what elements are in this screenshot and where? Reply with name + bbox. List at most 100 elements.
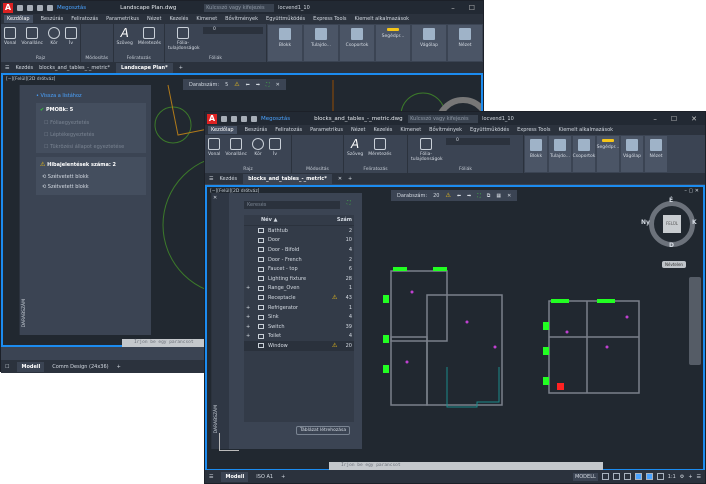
polyline-tool[interactable]: Vonallánc (21, 27, 43, 46)
open-icon[interactable] (27, 4, 33, 11)
minimize-button[interactable]: – (653, 115, 657, 123)
zoom-icon[interactable]: ⛶ (477, 193, 481, 199)
layer-properties-tool[interactable]: Fólia-tulajdonságok (168, 27, 200, 51)
column-count[interactable]: Szám (337, 217, 354, 223)
select-blocks-icon[interactable]: ⛶ (347, 200, 351, 206)
palette-close-icon[interactable]: ✕ (213, 195, 217, 201)
tab-addins[interactable]: Bővítmények (429, 127, 462, 133)
navigation-bar[interactable] (689, 277, 701, 365)
layout-tab-model[interactable]: Modell (221, 471, 249, 482)
new-tab-button[interactable]: + (179, 65, 183, 71)
viewport-window-controls[interactable]: – ▢ ✕ (684, 188, 699, 194)
tab-home[interactable]: Kezdőlap (208, 126, 237, 134)
user-account[interactable]: locvend1_10 (482, 116, 514, 122)
file-tab-blocks[interactable]: blocks_and_tables_-_metric* (39, 65, 110, 71)
expand-icon[interactable]: + (246, 324, 250, 330)
view-button[interactable]: Nézet (448, 25, 482, 61)
text-tool[interactable]: A Szöveg (117, 27, 133, 46)
utilities-button[interactable]: Segédpr... (376, 25, 410, 61)
table-icon[interactable]: ▦ (496, 193, 501, 199)
app-logo[interactable]: A (207, 113, 217, 124)
new-icon[interactable] (221, 115, 227, 122)
tab-view[interactable]: Nézet (351, 127, 365, 133)
viewcube-top[interactable]: FELÜL (663, 215, 681, 233)
block-row[interactable]: Door - French 2 (244, 255, 354, 265)
print-icon[interactable] (47, 4, 53, 11)
add-layout-button[interactable]: + (281, 474, 285, 480)
layout-tab-comm[interactable]: Comm Design (24x36) (52, 364, 108, 370)
groups-button[interactable]: Csoportok (340, 25, 374, 61)
tab-express[interactable]: Express Tools (517, 127, 550, 133)
block-row[interactable]: Receptacle ⚠ 43 (244, 293, 354, 303)
text-tool[interactable]: A Szöveg (347, 138, 363, 157)
tab-manage[interactable]: Kezelés (373, 127, 392, 133)
block-button[interactable]: Blokk (525, 136, 547, 172)
close-icon[interactable]: ✕ (276, 82, 280, 88)
clipboard-button[interactable]: Vágólap (412, 25, 446, 61)
check-item[interactable]: ☐ Tükrözési állapot egyeztetése (36, 141, 146, 153)
menu-icon[interactable]: ☰ (209, 474, 213, 480)
groups-button[interactable]: Csoportok (573, 136, 595, 172)
annotation-panel-label[interactable]: Feliratozás (344, 167, 407, 172)
tab-home[interactable]: Kezdőlap (4, 15, 33, 23)
polyline-tool[interactable]: Vonallánc (225, 138, 247, 157)
layer-dropdown[interactable]: 0 (446, 138, 510, 145)
drawing-viewport[interactable]: [−][Felül][2D drótváz] – ▢ ✕ Darabszám: 2… (205, 185, 705, 471)
search-input[interactable]: Kulcsszó vagy kifejezés (204, 3, 275, 12)
app-logo[interactable]: A (3, 2, 13, 13)
close-button[interactable]: ✕ (691, 115, 697, 123)
print-icon[interactable] (251, 115, 257, 122)
error-item[interactable]: ⟲ Szétvetett blokk (36, 182, 146, 192)
layout-tab-iso-a1[interactable]: ISO A1 (256, 474, 273, 480)
tab-view[interactable]: Nézet (147, 16, 161, 22)
tab-parametric[interactable]: Parametrikus (106, 16, 139, 22)
customize-icon[interactable]: ☰ (697, 474, 701, 480)
layer-dropdown[interactable]: 0 (203, 27, 263, 34)
block-row[interactable]: + Range_Oven 1 (244, 284, 354, 294)
tab-parametric[interactable]: Parametrikus (310, 127, 343, 133)
properties-button[interactable]: Tulajdo... (549, 136, 571, 172)
new-tab-button[interactable]: + (348, 176, 352, 182)
draw-panel-label[interactable]: Rajz (205, 167, 291, 172)
file-tab-start[interactable]: Kezdés (219, 176, 237, 182)
block-row[interactable]: Door - Bifold 4 (244, 245, 354, 255)
modify-panel-label[interactable]: Módosítás (81, 56, 113, 61)
share-button[interactable]: Megosztás (57, 5, 86, 11)
ucs-dropdown[interactable]: Névtelen (662, 261, 686, 268)
share-button[interactable]: Megosztás (261, 116, 290, 122)
create-table-button[interactable]: Táblázat létrehozása (296, 426, 351, 435)
open-icon[interactable] (231, 115, 237, 122)
compass-south[interactable]: D (669, 242, 674, 249)
compass-north[interactable]: É (669, 197, 673, 204)
block-row[interactable]: Door 10 (244, 236, 354, 246)
next-icon[interactable]: ➡ (256, 82, 260, 88)
block-row[interactable]: Bathtub 2 (244, 226, 354, 236)
model-space-button[interactable]: MODELL (572, 472, 598, 481)
annotation-scale[interactable]: 1:1 (668, 474, 676, 480)
block-row[interactable]: + Refrigerator 1 (244, 303, 354, 313)
close-tab-icon[interactable]: ✕ (338, 176, 342, 182)
user-account[interactable]: locvend1_10 (278, 5, 310, 11)
tab-collaborate[interactable]: Együttműködés (470, 127, 509, 133)
file-tab-start[interactable]: Kezdés (15, 65, 33, 71)
expand-icon[interactable]: + (246, 305, 250, 311)
expand-icon[interactable]: + (246, 314, 250, 320)
block-row[interactable]: + Sink 4 (244, 312, 354, 322)
error-item[interactable]: ⟲ Szétvetett blokk (36, 172, 146, 182)
tab-manage[interactable]: Kezelés (169, 16, 188, 22)
compass-east[interactable]: K (692, 219, 697, 226)
expand-icon[interactable]: + (246, 333, 250, 339)
dimension-tool[interactable]: Méretezés (368, 138, 391, 157)
insert-block-icon[interactable]: ⧉ (487, 193, 491, 199)
tab-annotate[interactable]: Feliratozás (71, 16, 98, 22)
tab-collaborate[interactable]: Együttműködés (266, 16, 305, 22)
minimize-button[interactable]: – (451, 4, 455, 12)
tab-output[interactable]: Kimenet (400, 127, 421, 133)
grid-button[interactable] (601, 473, 609, 480)
block-row[interactable]: Lighting fixture 28 (244, 274, 354, 284)
save-icon[interactable] (37, 4, 43, 11)
plus-icon[interactable]: + (688, 474, 692, 480)
dimension-tool[interactable]: Méretezés (138, 27, 161, 46)
line-tool[interactable]: Vonal (208, 138, 220, 157)
block-row[interactable]: Faucet - top 6 (244, 264, 354, 274)
